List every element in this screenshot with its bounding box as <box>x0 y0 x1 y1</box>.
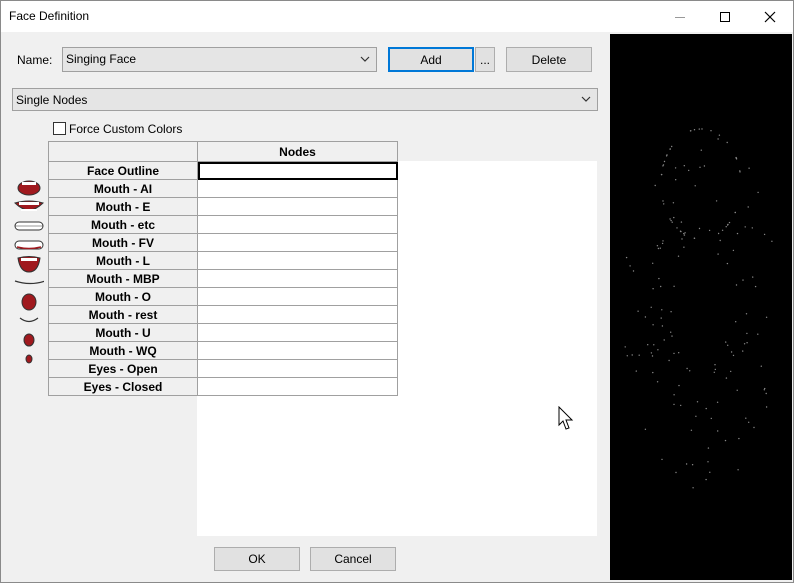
mouth-o-icon <box>14 292 44 311</box>
grid-row: Eyes - Open <box>48 359 398 378</box>
window-title: Face Definition <box>9 9 90 23</box>
grid-row-header[interactable]: Mouth - rest <box>48 305 198 324</box>
more-options-button[interactable]: ... <box>475 47 495 72</box>
grid-row-header[interactable]: Mouth - E <box>48 197 198 216</box>
mode-combobox[interactable]: Single Nodes <box>12 88 598 111</box>
grid-row-header[interactable]: Mouth - MBP <box>48 269 198 288</box>
nodes-cell[interactable] <box>197 233 398 252</box>
grid-row: Mouth - O <box>48 287 398 306</box>
nodes-grid: Nodes Face Outline Mouth - AI Mouth - E Mou… <box>48 141 398 396</box>
title-bar[interactable]: Face Definition <box>1 1 793 32</box>
nodes-cell[interactable] <box>197 341 398 360</box>
nodes-cell[interactable] <box>197 377 398 396</box>
mouth-wq-icon <box>14 349 44 368</box>
grid-row-header[interactable]: Eyes - Open <box>48 359 198 378</box>
face-node-dots <box>624 128 773 489</box>
name-combobox[interactable]: Singing Face <box>62 47 377 72</box>
grid-row-header[interactable]: Eyes - Closed <box>48 377 198 396</box>
maximize-button[interactable] <box>702 1 748 32</box>
grid-row: Mouth - AI <box>48 179 398 198</box>
grid-row: Eyes - Closed <box>48 377 398 396</box>
nodes-cell[interactable] <box>197 161 398 180</box>
nodes-cell[interactable] <box>197 323 398 342</box>
add-button[interactable]: Add <box>388 47 474 72</box>
nodes-column-header[interactable]: Nodes <box>197 141 398 162</box>
face-definition-window: Face Definition Name: Singing Face Add .… <box>0 0 794 583</box>
grid-row-header[interactable]: Mouth - L <box>48 251 198 270</box>
nodes-cell[interactable] <box>197 359 398 378</box>
name-label: Name: <box>17 53 53 67</box>
grid-row-header[interactable]: Mouth - etc <box>48 215 198 234</box>
grid-row: Mouth - WQ <box>48 341 398 360</box>
mouth-teeth-icon <box>14 216 44 235</box>
grid-row: Mouth - U <box>48 323 398 342</box>
chevron-down-icon <box>360 56 370 62</box>
name-value: Singing Face <box>66 52 137 66</box>
mouth-e-icon <box>14 197 44 216</box>
close-icon <box>764 11 776 22</box>
grid-row-header[interactable]: Mouth - FV <box>48 233 198 252</box>
mouth-l-icon <box>14 254 44 273</box>
nodes-cell[interactable] <box>197 305 398 324</box>
mouth-u-icon <box>14 330 44 349</box>
face-preview-panel[interactable] <box>610 34 792 580</box>
force-custom-colors-label: Force Custom Colors <box>69 122 183 136</box>
cancel-button[interactable]: Cancel <box>310 547 396 571</box>
nodes-cell[interactable] <box>197 179 398 198</box>
grid-row: Face Outline <box>48 161 398 180</box>
mouse-cursor-icon <box>558 406 574 430</box>
delete-button[interactable]: Delete <box>506 47 592 72</box>
maximize-icon <box>720 11 730 22</box>
grid-row: Mouth - L <box>48 251 398 270</box>
grid-row: Mouth - MBP <box>48 269 398 288</box>
minimize-button[interactable] <box>657 1 703 32</box>
grid-row-header[interactable]: Mouth - U <box>48 323 198 342</box>
grid-row: Mouth - FV <box>48 233 398 252</box>
ok-button[interactable]: OK <box>214 547 300 571</box>
nodes-cell[interactable] <box>197 215 398 234</box>
grid-row: Mouth - etc <box>48 215 398 234</box>
grid-row-header[interactable]: Mouth - O <box>48 287 198 306</box>
minimize-icon <box>675 16 685 18</box>
force-custom-colors-checkbox[interactable] <box>53 122 66 135</box>
dialog-client-area: Name: Singing Face Add ... Delete Single… <box>1 32 793 582</box>
nodes-cell[interactable] <box>197 251 398 270</box>
nodes-cell[interactable] <box>197 269 398 288</box>
grid-row: Mouth - E <box>48 197 398 216</box>
close-button[interactable] <box>747 1 793 32</box>
mouth-rest-icon <box>14 311 44 330</box>
mouth-closed-line-icon <box>14 273 44 292</box>
mouth-teeth-lip-icon <box>14 235 44 254</box>
grid-row: Mouth - rest <box>48 305 398 324</box>
chevron-down-icon <box>581 96 591 102</box>
mouth-icons-column <box>14 178 44 368</box>
grid-row-header[interactable]: Mouth - AI <box>48 179 198 198</box>
mouth-open-wide-icon <box>14 178 44 197</box>
grid-row-header[interactable]: Mouth - WQ <box>48 341 198 360</box>
mode-value: Single Nodes <box>16 93 88 107</box>
grid-row-header[interactable]: Face Outline <box>48 161 198 180</box>
grid-corner-header <box>48 141 198 162</box>
nodes-cell[interactable] <box>197 197 398 216</box>
nodes-cell[interactable] <box>197 287 398 306</box>
